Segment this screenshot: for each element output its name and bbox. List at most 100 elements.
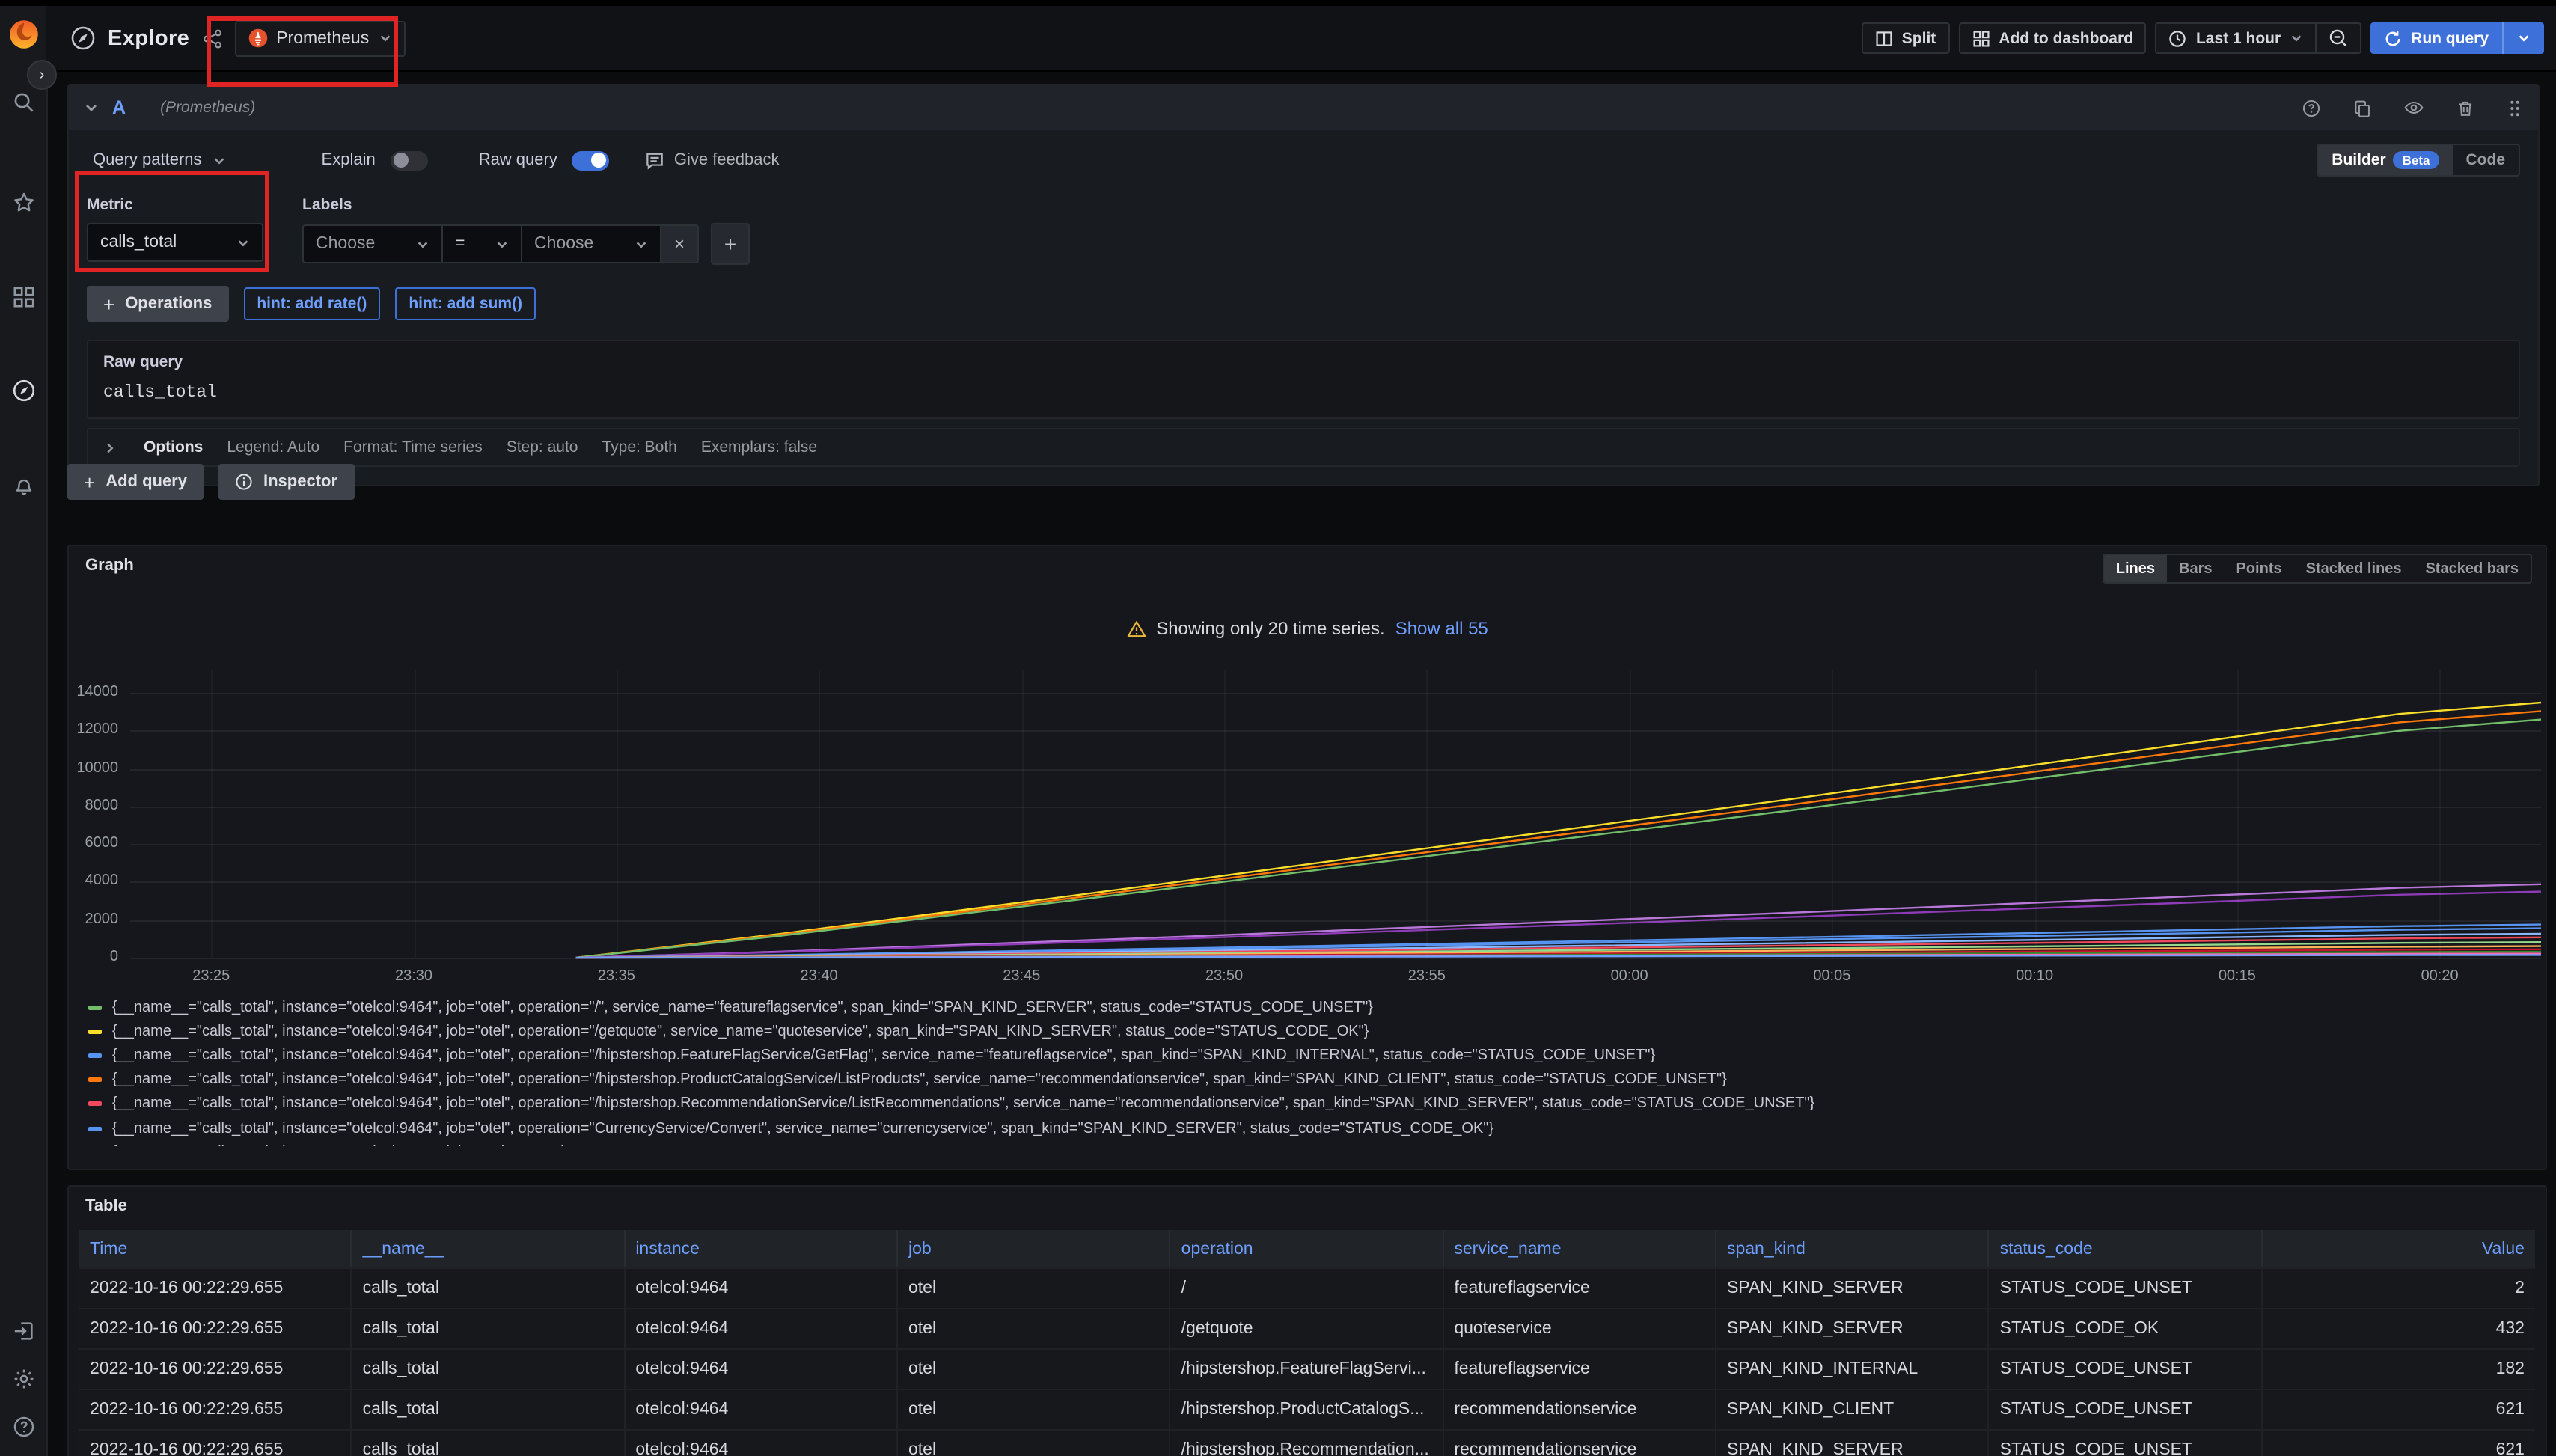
gridline <box>130 844 2541 845</box>
table-row: 2022-10-16 00:22:29.655calls_totalotelco… <box>79 1348 2535 1389</box>
grafana-logo-icon[interactable] <box>7 18 40 51</box>
zoom-out-icon <box>2329 28 2348 48</box>
add-operation-button[interactable]: + Operations <box>87 286 228 322</box>
editor-mode-switch: Builder Beta Code <box>2317 144 2520 177</box>
alerting-bell-icon[interactable] <box>12 474 34 497</box>
table-cell: SPAN_KIND_SERVER <box>1716 1309 1990 1348</box>
table-row: 2022-10-16 00:22:29.655calls_totalotelco… <box>79 1267 2535 1308</box>
builder-mode-tab[interactable]: Builder Beta <box>2318 145 2452 175</box>
drag-handle-icon[interactable] <box>2507 98 2523 117</box>
explain-toggle[interactable] <box>391 150 428 170</box>
raw-query-toggle[interactable] <box>572 150 610 170</box>
gridline <box>130 920 2541 921</box>
legend-item[interactable]: {__name__="calls_total", instance="otelc… <box>88 1044 2534 1068</box>
add-to-dashboard-button[interactable]: Add to dashboard <box>1958 22 2147 54</box>
sign-in-icon[interactable] <box>12 1320 34 1342</box>
table-cell: SPAN_KIND_CLIENT <box>1716 1390 1990 1429</box>
chevron-down-icon <box>416 237 429 251</box>
legend-item[interactable]: {__name__="calls_total", instance="otelc… <box>88 995 2534 1019</box>
legend-series-color <box>88 1102 102 1107</box>
explore-toolbar: Explore Prometheus Split Add to <box>46 6 2556 72</box>
column-header-instance[interactable]: instance <box>625 1230 898 1267</box>
beta-badge: Beta <box>2394 151 2439 169</box>
legend-item[interactable]: {__name__="calls_total", instance="otelc… <box>88 1019 2534 1043</box>
view-mode-lines[interactable]: Lines <box>2104 555 2167 582</box>
toggle-visibility-eye-icon[interactable] <box>2403 97 2424 118</box>
search-icon[interactable] <box>12 91 34 114</box>
table-cell: otel <box>898 1269 1171 1308</box>
table-cell: 2022-10-16 00:22:29.655 <box>79 1269 352 1308</box>
add-query-button[interactable]: + Add query <box>67 464 204 500</box>
share-icon[interactable] <box>201 28 222 49</box>
zoom-out-time-button[interactable] <box>2317 24 2360 52</box>
labels-field: Labels Choose = Cho <box>302 196 750 265</box>
column-header-operation[interactable]: operation <box>1171 1230 1444 1267</box>
query-patterns-dropdown[interactable]: Query patterns <box>87 151 232 169</box>
legend-item[interactable]: {__name__="calls_total", instance="otelc… <box>88 1116 2534 1140</box>
gridline <box>2440 670 2442 958</box>
remove-label-filter-button[interactable]: × <box>660 224 699 263</box>
x-axis-label: 23:55 <box>1408 968 1446 985</box>
options-label: Options <box>144 438 203 456</box>
legend-series-label: {__name__="calls_total", instance="otelc… <box>112 1096 1814 1113</box>
gridline <box>1832 670 1833 958</box>
label-value-select[interactable]: Choose <box>521 224 661 263</box>
settings-gear-icon[interactable] <box>12 1368 34 1390</box>
split-button[interactable]: Split <box>1862 22 1950 54</box>
x-axis-label: 23:25 <box>192 968 230 985</box>
explore-compass-icon <box>70 25 96 51</box>
legend-item[interactable]: {__name__="calls_total", instance="otelc… <box>88 1092 2534 1116</box>
label-operator-select[interactable]: = <box>441 224 522 263</box>
query-row-header[interactable]: A (Prometheus) <box>69 85 2538 130</box>
column-header-value[interactable]: Value <box>2262 1230 2535 1267</box>
table-cell: calls_total <box>352 1431 626 1456</box>
info-circle-icon <box>235 473 253 491</box>
legend-item[interactable]: {__name__="calls_total", instance="otelc… <box>88 1068 2534 1092</box>
column-header-servicename[interactable]: service_name <box>1443 1230 1716 1267</box>
gridline <box>130 882 2541 884</box>
column-header-time[interactable]: Time <box>79 1230 352 1267</box>
duplicate-query-icon[interactable] <box>2352 98 2372 117</box>
explore-nav-icon[interactable] <box>11 379 35 403</box>
sidebar-expand-button[interactable]: › <box>27 60 57 90</box>
table-cell: STATUS_CODE_OK <box>1990 1309 2263 1348</box>
run-query-dropdown[interactable] <box>2504 22 2544 54</box>
help-icon[interactable] <box>12 1416 34 1438</box>
query-help-icon[interactable] <box>2302 98 2321 117</box>
x-axis-label: 00:20 <box>2421 968 2459 985</box>
hint-add-rate-button[interactable]: hint: add rate() <box>243 287 380 320</box>
starred-icon[interactable] <box>12 192 34 214</box>
legend-series-color <box>88 1077 102 1082</box>
time-range-button[interactable]: Last 1 hour <box>2157 24 2315 52</box>
column-header-job[interactable]: job <box>898 1230 1171 1267</box>
column-header-statuscode[interactable]: status_code <box>1990 1230 2263 1267</box>
add-label-filter-button[interactable]: + <box>711 223 750 265</box>
table-cell: featureflagservice <box>1443 1350 1716 1389</box>
query-options-row[interactable]: Options Legend: Auto Format: Time series… <box>87 428 2520 467</box>
view-mode-points[interactable]: Points <box>2225 555 2294 582</box>
run-query-button[interactable]: Run query <box>2370 22 2544 54</box>
metric-select[interactable]: calls_total <box>87 223 263 262</box>
label-name-select[interactable]: Choose <box>302 224 443 263</box>
hint-add-sum-button[interactable]: hint: add sum() <box>395 287 536 320</box>
column-header-name[interactable]: __name__ <box>352 1230 626 1267</box>
chevron-down-icon <box>2290 31 2303 45</box>
column-header-spankind[interactable]: span_kind <box>1716 1230 1990 1267</box>
time-series-lines <box>130 670 2541 958</box>
remove-query-trash-icon[interactable] <box>2456 98 2475 117</box>
give-feedback-link[interactable]: Give feedback <box>646 150 780 170</box>
code-mode-tab[interactable]: Code <box>2453 145 2519 175</box>
legend-item[interactable]: {__name__="calls_total", instance="otelc… <box>88 1140 2534 1146</box>
warning-triangle-icon <box>1126 619 1146 638</box>
metric-value: calls_total <box>100 233 177 251</box>
datasource-picker[interactable]: Prometheus <box>234 20 405 56</box>
dashboards-icon[interactable] <box>12 286 34 308</box>
legend-series-color <box>88 1126 102 1131</box>
view-mode-bars[interactable]: Bars <box>2167 555 2225 582</box>
view-mode-stacked-bars[interactable]: Stacked bars <box>2413 555 2531 582</box>
split-label: Split <box>1902 29 1936 47</box>
inspector-button[interactable]: Inspector <box>218 464 354 500</box>
collapse-chevron-icon[interactable] <box>84 100 99 115</box>
view-mode-stacked-lines[interactable]: Stacked lines <box>2294 555 2414 582</box>
show-all-series-link[interactable]: Show all 55 <box>1395 618 1488 639</box>
